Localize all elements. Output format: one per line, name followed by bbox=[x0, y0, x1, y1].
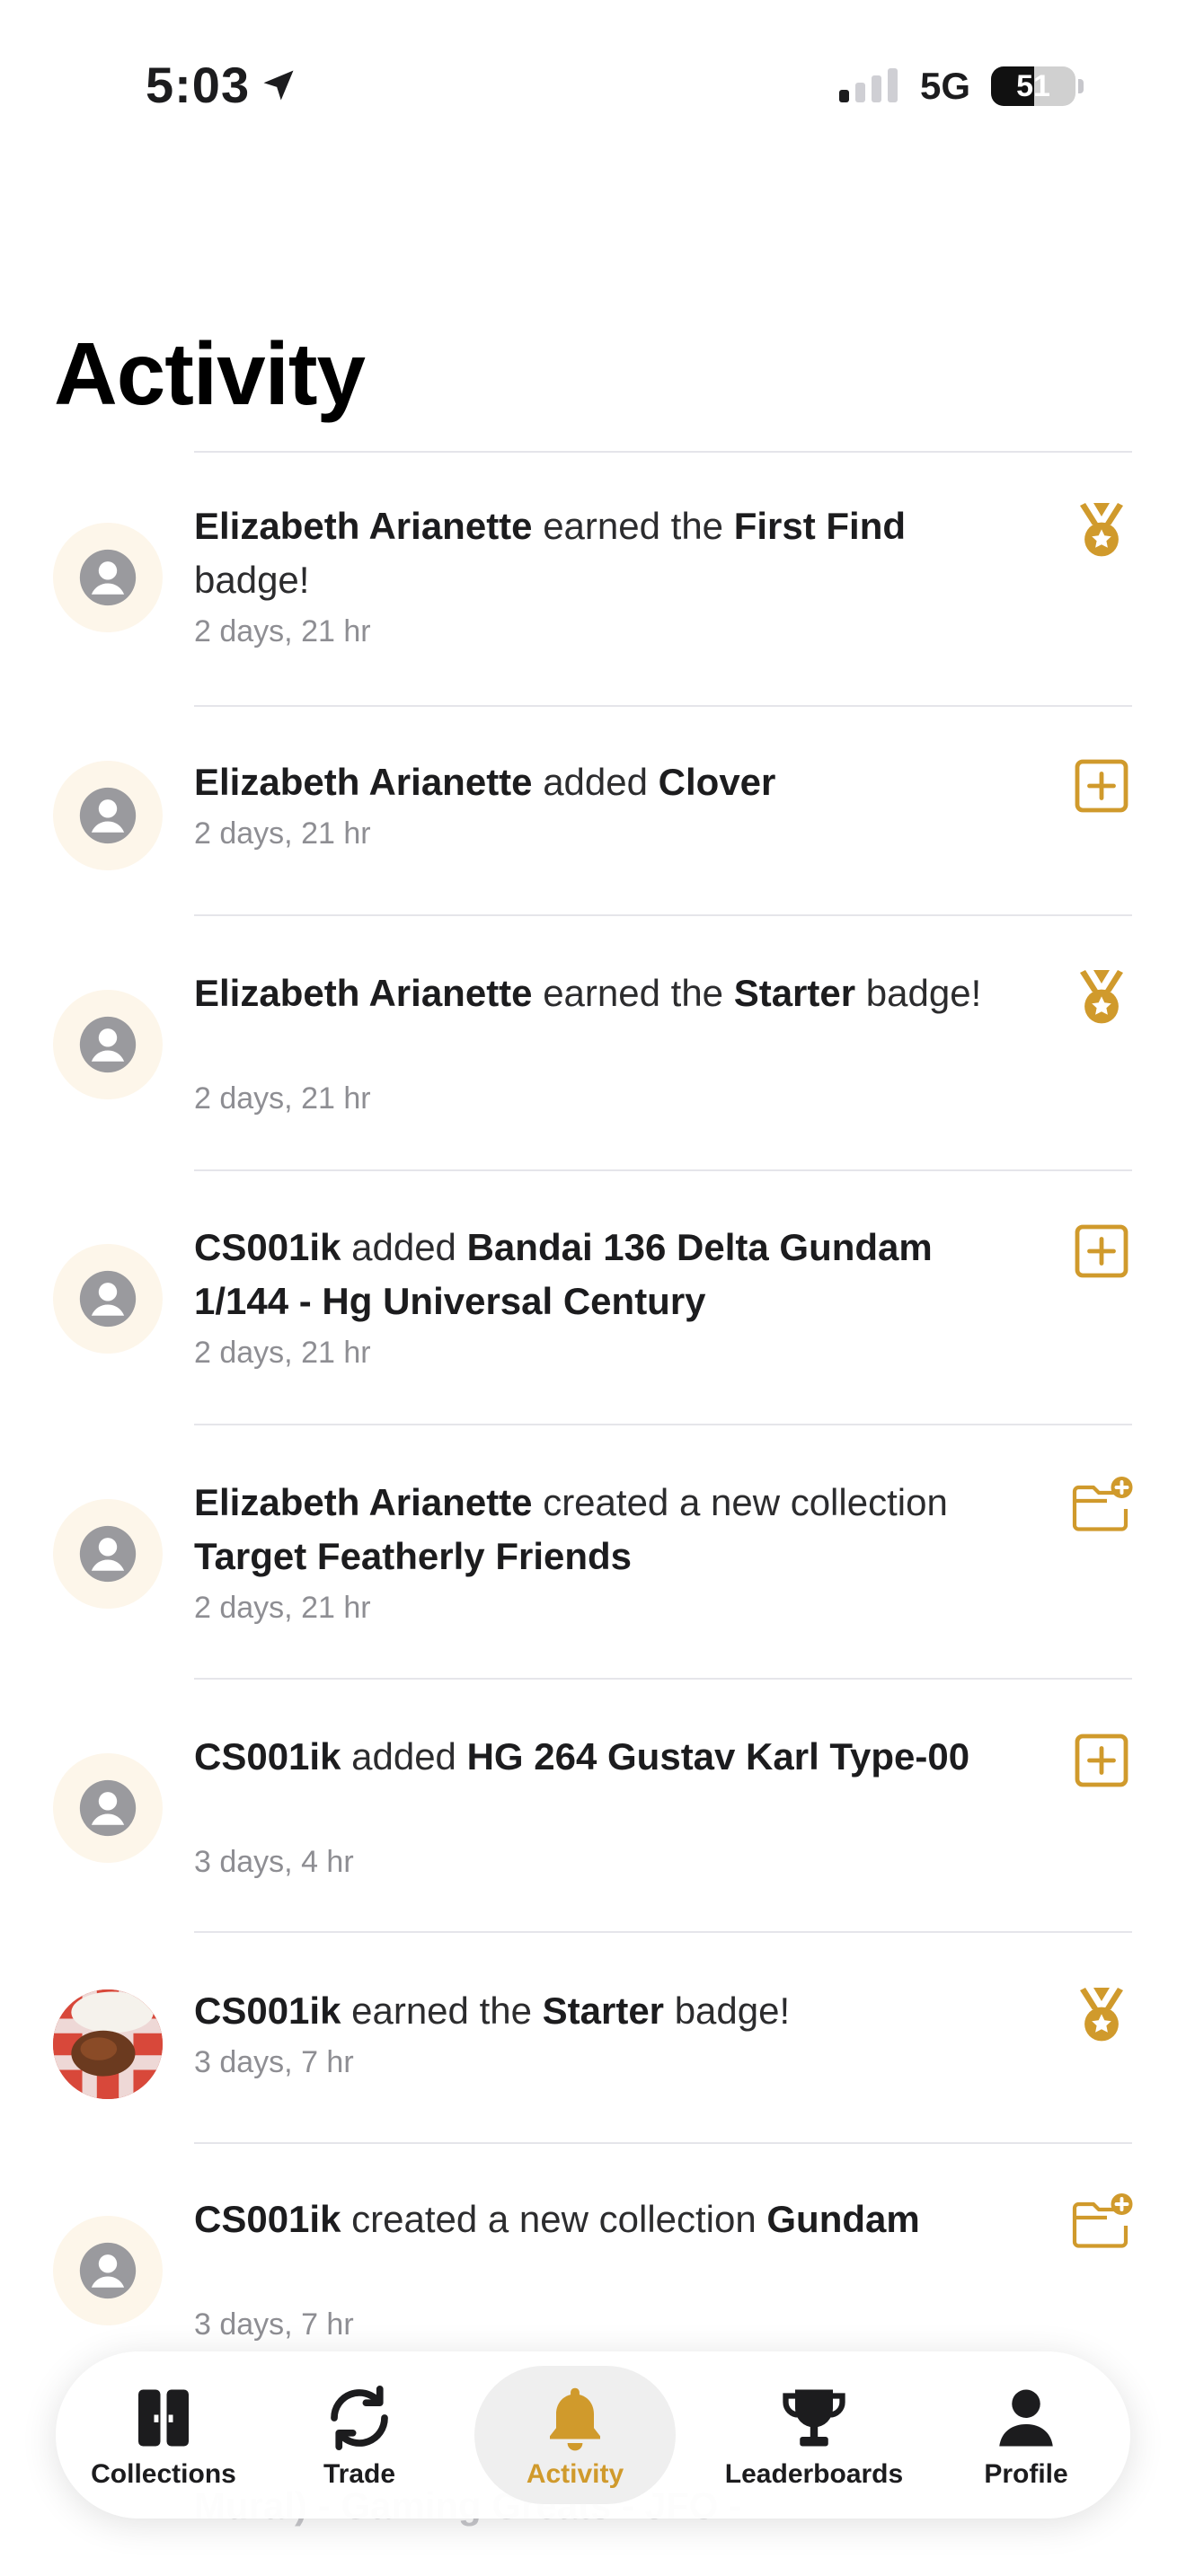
trophy-icon bbox=[776, 2380, 852, 2456]
avatar[interactable] bbox=[53, 2216, 163, 2325]
tab-label: Profile bbox=[984, 2459, 1068, 2489]
activity-timestamp: 2 days, 21 hr bbox=[194, 1591, 371, 1625]
activity-text: Elizabeth Arianette earned the Starter b… bbox=[194, 966, 985, 1020]
activity-user[interactable]: Elizabeth Arianette bbox=[194, 505, 533, 547]
tab-collections[interactable]: Collections bbox=[74, 2366, 253, 2504]
activity-timestamp: 3 days, 7 hr bbox=[194, 2045, 354, 2079]
tab-activity[interactable]: Activity bbox=[474, 2366, 676, 2504]
tab-bar: Collections Trade Activity Leaderboards Prof… bbox=[56, 2351, 1130, 2519]
person-placeholder-icon bbox=[79, 1779, 137, 1837]
medal-icon bbox=[1069, 1982, 1134, 2047]
divider bbox=[194, 914, 1132, 916]
trade-icon bbox=[322, 2380, 397, 2456]
activity-action: added bbox=[532, 761, 659, 803]
folder-plus-icon bbox=[1069, 1474, 1134, 1539]
activity-action: earned the bbox=[341, 1989, 543, 2032]
person-placeholder-icon bbox=[79, 2242, 137, 2299]
activity-object[interactable]: First Find bbox=[734, 505, 906, 547]
tab-label: Leaderboards bbox=[724, 2459, 904, 2489]
activity-object[interactable]: Starter bbox=[734, 972, 855, 1014]
divider bbox=[194, 1678, 1132, 1680]
tab-label: Trade bbox=[323, 2459, 396, 2489]
activity-text: CS001ik created a new collection Gundam bbox=[194, 2192, 985, 2246]
activity-text: Elizabeth Arianette earned the First Fin… bbox=[194, 499, 985, 607]
tab-label: Collections bbox=[91, 2459, 236, 2489]
activity-timestamp: 3 days, 7 hr bbox=[194, 2307, 354, 2342]
activity-timestamp: 3 days, 4 hr bbox=[194, 1845, 354, 1879]
person-placeholder-icon bbox=[79, 549, 137, 606]
avatar[interactable] bbox=[53, 1499, 163, 1609]
plus-square-icon bbox=[1069, 754, 1134, 818]
activity-text: CS001ik added Bandai 136 Delta Gundam 1/… bbox=[194, 1221, 985, 1328]
tab-label: Activity bbox=[526, 2459, 624, 2489]
activity-text: CS001ik added HG 264 Gustav Karl Type-00 bbox=[194, 1730, 985, 1784]
activity-object[interactable]: Clover bbox=[659, 761, 776, 803]
avatar[interactable] bbox=[53, 523, 163, 632]
activity-object[interactable]: Target Featherly Friends bbox=[194, 1535, 632, 1577]
person-placeholder-icon bbox=[79, 1525, 137, 1583]
activity-action: added bbox=[341, 1226, 467, 1268]
activity-suffix: badge! bbox=[855, 972, 982, 1014]
activity-action: created a new collection bbox=[341, 2198, 767, 2240]
activity-list[interactable]: Elizabeth Arianette earned the First Fin… bbox=[0, 0, 1186, 2576]
activity-user[interactable]: CS001ik bbox=[194, 1226, 341, 1268]
medal-icon bbox=[1069, 965, 1134, 1029]
activity-action: created a new collection bbox=[532, 1481, 948, 1523]
collections-icon bbox=[126, 2380, 201, 2456]
activity-text: CS001ik earned the Starter badge! bbox=[194, 1984, 985, 2038]
avatar[interactable] bbox=[53, 761, 163, 870]
activity-object[interactable]: HG 264 Gustav Karl Type-00 bbox=[467, 1735, 969, 1778]
activity-text: Elizabeth Arianette created a new collec… bbox=[194, 1476, 985, 1584]
avatar[interactable] bbox=[53, 1753, 163, 1863]
activity-action: added bbox=[341, 1735, 467, 1778]
tab-profile[interactable]: Profile bbox=[945, 2366, 1107, 2504]
activity-timestamp: 2 days, 21 hr bbox=[194, 1336, 371, 1370]
person-placeholder-icon bbox=[79, 787, 137, 844]
activity-user[interactable]: CS001ik bbox=[194, 2198, 341, 2240]
divider bbox=[194, 1169, 1132, 1171]
activity-user[interactable]: Elizabeth Arianette bbox=[194, 1481, 533, 1523]
activity-user[interactable]: CS001ik bbox=[194, 1989, 341, 2032]
activity-timestamp: 2 days, 21 hr bbox=[194, 816, 371, 851]
avatar[interactable] bbox=[53, 1244, 163, 1354]
bell-icon bbox=[537, 2380, 613, 2456]
activity-object[interactable]: Starter bbox=[543, 1989, 664, 2032]
activity-timestamp: 2 days, 21 hr bbox=[194, 1081, 371, 1116]
activity-action: earned the bbox=[532, 505, 734, 547]
user-photo bbox=[53, 1989, 163, 2099]
divider bbox=[194, 2142, 1132, 2144]
divider bbox=[194, 1424, 1132, 1425]
tab-leaderboards[interactable]: Leaderboards bbox=[694, 2366, 934, 2504]
activity-user[interactable]: Elizabeth Arianette bbox=[194, 761, 533, 803]
person-placeholder-icon bbox=[79, 1270, 137, 1328]
medal-icon bbox=[1069, 498, 1134, 562]
divider bbox=[194, 705, 1132, 707]
activity-timestamp: 2 days, 21 hr bbox=[194, 614, 371, 648]
tab-trade[interactable]: Trade bbox=[296, 2366, 422, 2504]
activity-text: Elizabeth Arianette added Clover bbox=[194, 755, 985, 809]
activity-user[interactable]: CS001ik bbox=[194, 1735, 341, 1778]
folder-plus-icon bbox=[1069, 2191, 1134, 2255]
activity-suffix: badge! bbox=[194, 559, 310, 601]
plus-square-icon bbox=[1069, 1219, 1134, 1284]
person-icon bbox=[988, 2380, 1064, 2456]
activity-object[interactable]: Gundam bbox=[766, 2198, 919, 2240]
divider bbox=[194, 1931, 1132, 1933]
plus-square-icon bbox=[1069, 1728, 1134, 1793]
activity-suffix: badge! bbox=[664, 1989, 791, 2032]
avatar[interactable] bbox=[53, 990, 163, 1099]
avatar[interactable] bbox=[53, 1989, 163, 2099]
person-placeholder-icon bbox=[79, 1016, 137, 1073]
activity-user[interactable]: Elizabeth Arianette bbox=[194, 972, 533, 1014]
activity-action: earned the bbox=[532, 972, 734, 1014]
